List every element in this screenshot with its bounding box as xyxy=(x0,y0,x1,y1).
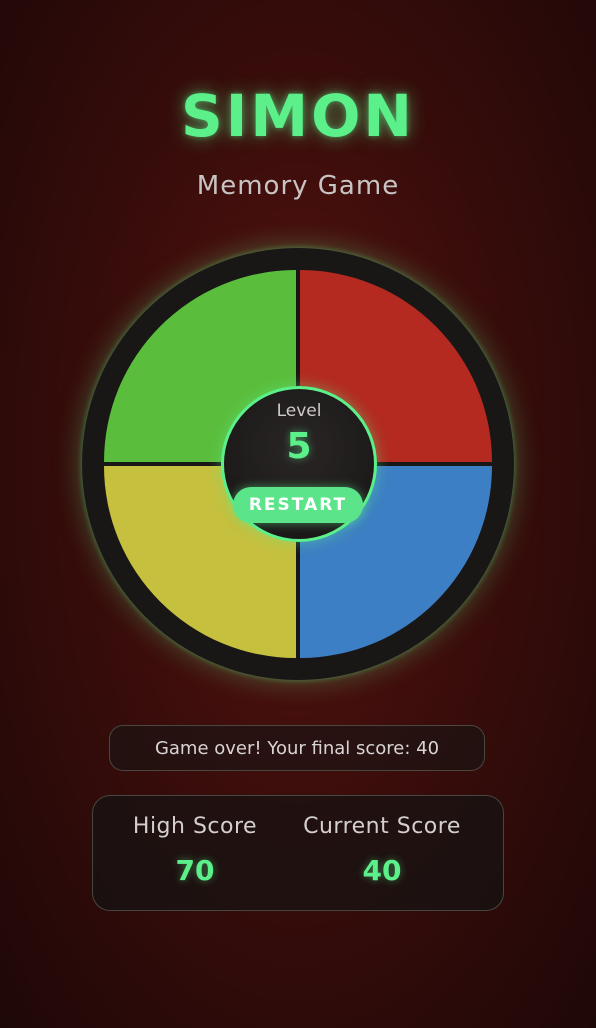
current-score-value: 40 xyxy=(362,854,402,887)
status-message: Game over! Your final score: 40 xyxy=(109,725,485,771)
current-score: Current Score 40 xyxy=(281,812,483,888)
high-score: High Score 70 xyxy=(105,812,285,888)
level-label: Level xyxy=(276,401,322,421)
high-score-value: 70 xyxy=(175,854,215,887)
score-panel: High Score 70 Current Score 40 xyxy=(92,795,504,911)
high-score-label: High Score xyxy=(132,814,258,839)
restart-button[interactable]: RESTART xyxy=(233,487,363,523)
game-subtitle: Memory Game xyxy=(196,171,400,201)
level-value: 5 xyxy=(286,426,312,467)
current-score-label: Current Score xyxy=(303,814,461,839)
game-title: SIMON xyxy=(181,82,415,150)
